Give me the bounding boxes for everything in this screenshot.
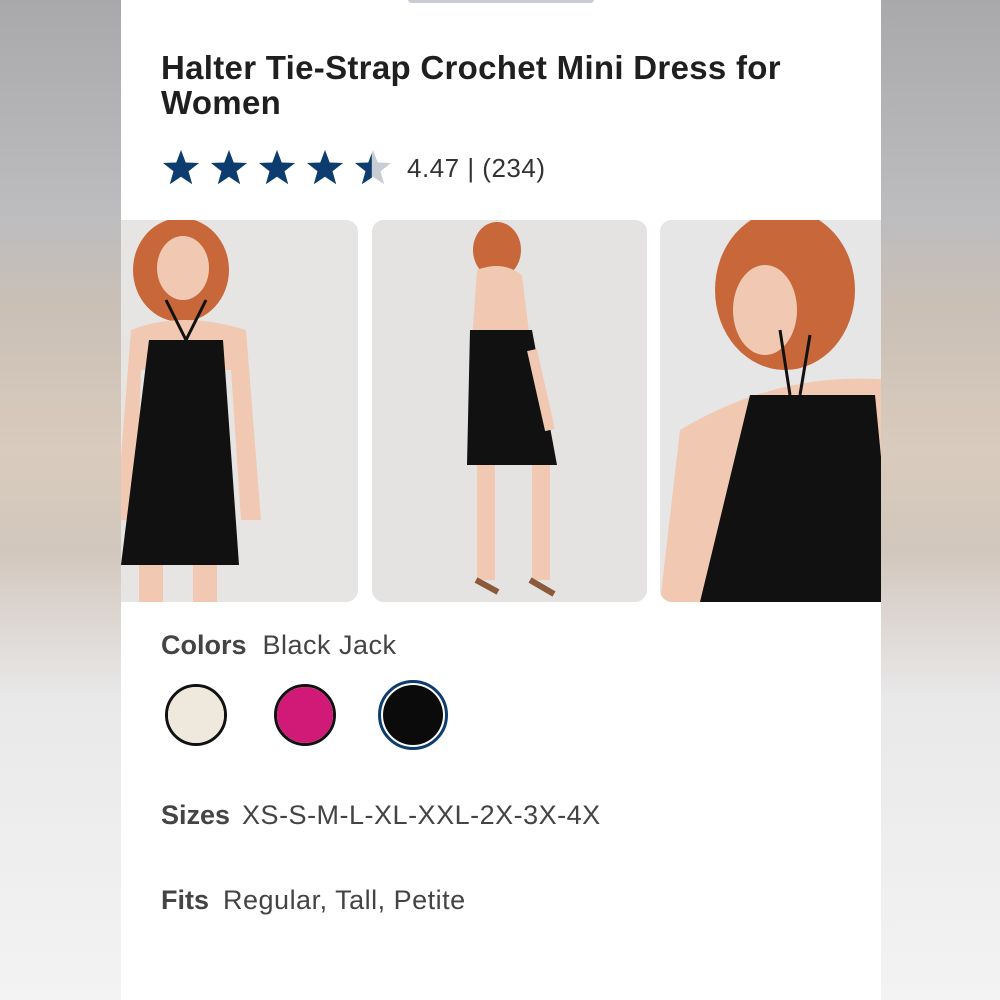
sizes-label: Sizes bbox=[161, 800, 231, 830]
product-detail-card: Halter Tie-Strap Crochet Mini Dress for … bbox=[121, 0, 881, 1000]
color-swatch-cream[interactable] bbox=[165, 684, 227, 746]
front-view-photo[interactable] bbox=[121, 220, 358, 602]
star-icon bbox=[211, 150, 247, 185]
star-icon bbox=[355, 150, 391, 185]
sizes-value: XS-S-M-L-XL-XXL-2X-3X-4X bbox=[242, 800, 601, 830]
star-icon bbox=[163, 150, 199, 185]
color-swatch-black[interactable] bbox=[378, 680, 448, 750]
side-closeup-photo[interactable] bbox=[660, 220, 881, 602]
colors-row: Colors Black Jack bbox=[161, 630, 397, 661]
selected-color-name: Black Jack bbox=[262, 630, 397, 660]
fits-label: Fits bbox=[161, 885, 210, 915]
back-view-photo[interactable] bbox=[372, 220, 647, 602]
rating-summary[interactable]: 4.47 | (234) bbox=[161, 146, 546, 190]
product-title: Halter Tie-Strap Crochet Mini Dress for … bbox=[161, 49, 781, 121]
color-swatch-pink[interactable] bbox=[274, 684, 336, 746]
sizes-row: Sizes XS-S-M-L-XL-XXL-2X-3X-4X bbox=[161, 800, 601, 831]
fits-value: Regular, Tall, Petite bbox=[223, 885, 466, 915]
sheet-grabber-handle[interactable] bbox=[408, 0, 594, 3]
colors-label: Colors bbox=[161, 630, 247, 660]
star-icon bbox=[259, 150, 295, 185]
product-image-gallery[interactable] bbox=[121, 220, 881, 602]
fits-row: Fits Regular, Tall, Petite bbox=[161, 885, 466, 916]
rating-text: 4.47 | (234) bbox=[407, 152, 546, 183]
star-rating bbox=[161, 148, 393, 188]
star-icon bbox=[307, 150, 343, 185]
